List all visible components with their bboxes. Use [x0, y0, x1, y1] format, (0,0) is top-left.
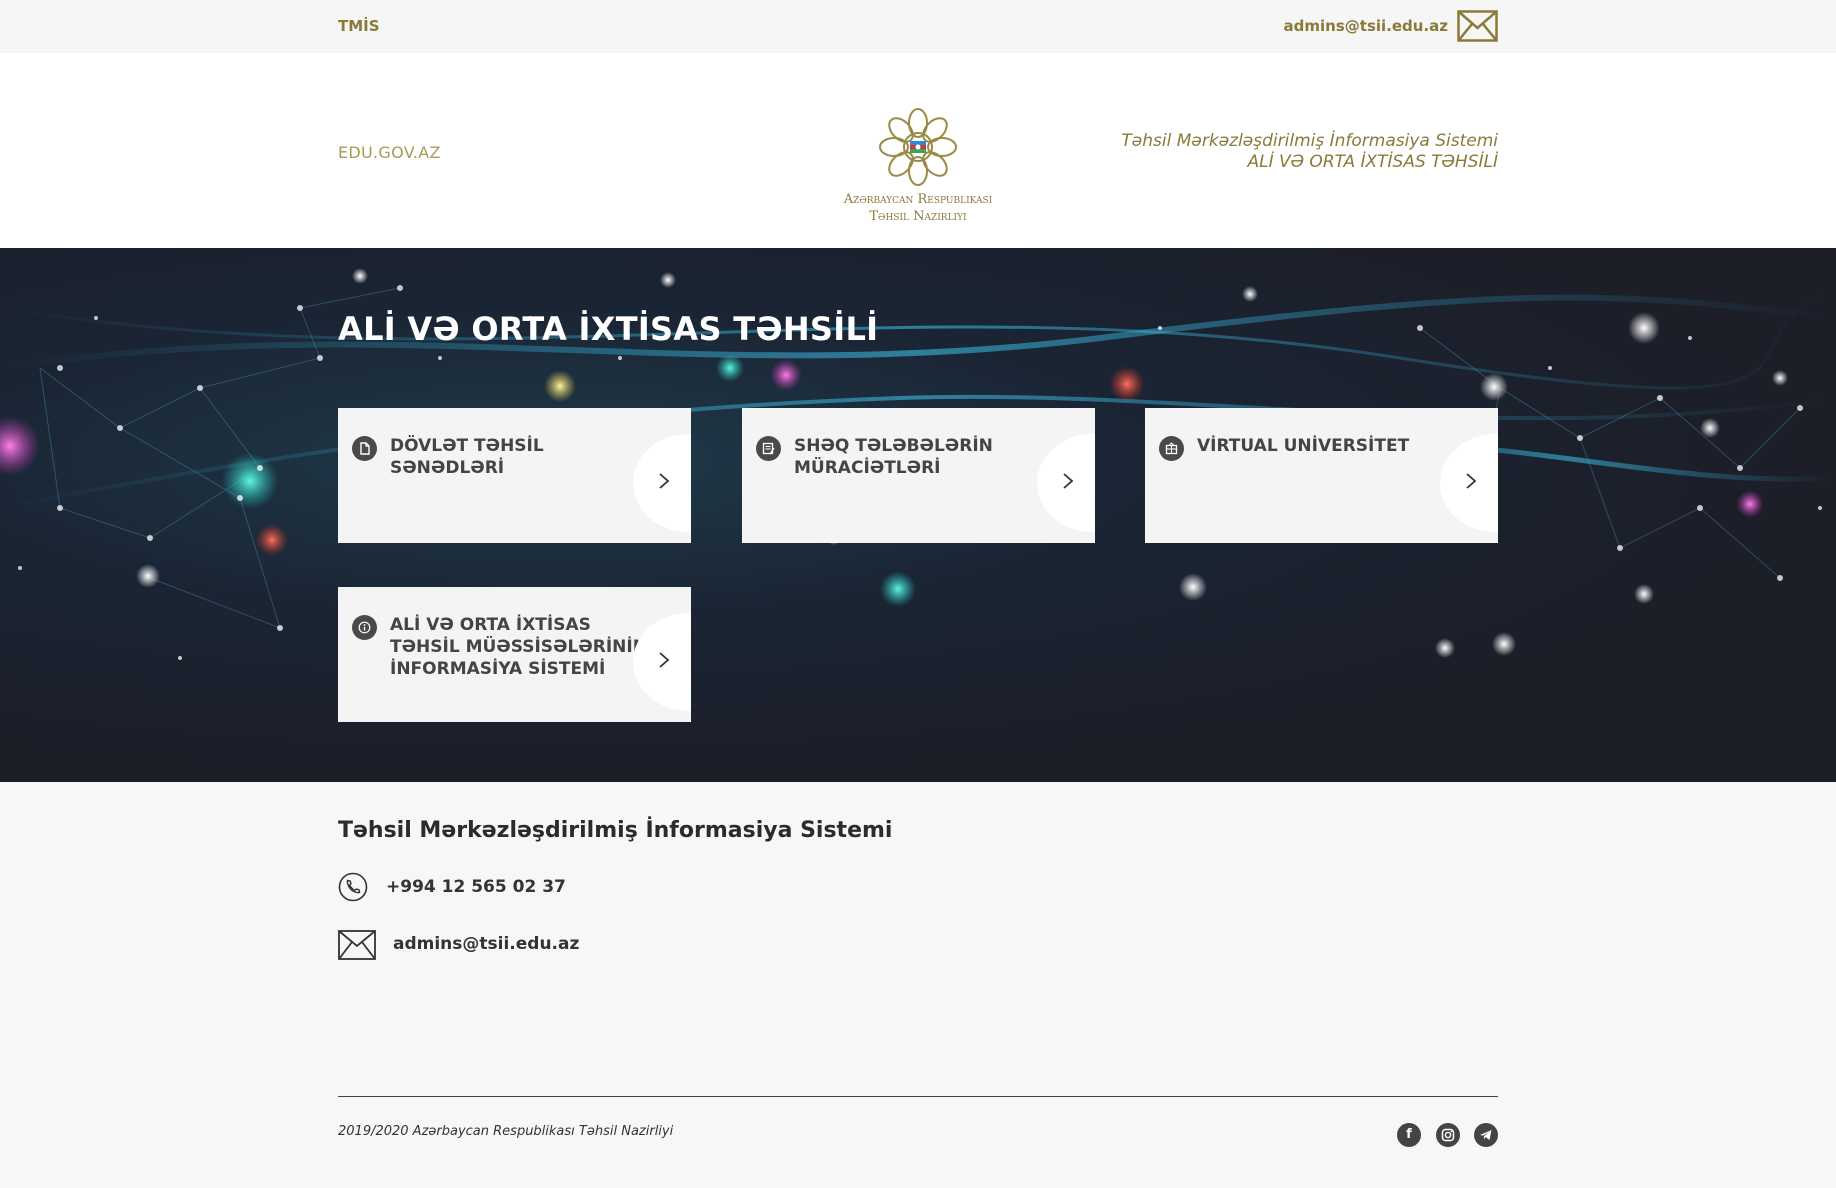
info-icon	[352, 615, 377, 640]
card-student-applications[interactable]: SHƏQ TƏLƏBƏLƏRİN MÜRACİƏTLƏRİ	[742, 408, 1095, 543]
top-bar: TMİS admins@tsii.edu.az	[0, 0, 1836, 53]
footer-phone-link[interactable]: +994 12 565 02 37	[386, 877, 566, 897]
ministry-emblem-icon	[879, 108, 957, 186]
phone-icon	[338, 872, 368, 902]
building-icon	[1159, 436, 1184, 461]
document-icon	[352, 436, 377, 461]
brand-link[interactable]: TMİS	[338, 17, 380, 35]
hero-section: ALİ VƏ ORTA İXTİSAS TƏHSİLİ DÖVLƏT TƏHSİ…	[0, 248, 1836, 782]
footer-divider	[338, 1096, 1498, 1097]
card-label: DÖVLƏT TƏHSİL SƏNƏDLƏRİ	[390, 436, 544, 478]
system-name: Təhsil Mərkəzləşdirilmiş İnformasiya Sis…	[1121, 131, 1498, 173]
ministry-name-line1: Azərbaycan Respublikası	[843, 192, 993, 207]
card-virtual-university[interactable]: VİRTUAL UNİVERSİTET	[1145, 408, 1498, 543]
card-institutions-information-system[interactable]: ALİ VƏ ORTA İXTİSAS TƏHSİL MÜƏSSİSƏLƏRİN…	[338, 587, 691, 722]
instagram-icon[interactable]	[1436, 1123, 1460, 1147]
envelope-icon[interactable]	[1457, 10, 1498, 42]
card-label: VİRTUAL UNİVERSİTET	[1197, 436, 1410, 456]
edu-gov-link[interactable]: EDU.GOV.AZ	[338, 143, 441, 162]
footer-title: Təhsil Mərkəzləşdirilmiş İnformasiya Sis…	[338, 818, 893, 843]
envelope-icon	[338, 930, 376, 960]
top-email-link[interactable]: admins@tsii.edu.az	[1284, 17, 1448, 35]
site-footer: Təhsil Mərkəzləşdirilmiş İnformasiya Sis…	[0, 782, 1836, 1188]
copyright: 2019/2020 Azərbaycan Respublikası Təhsil…	[338, 1124, 674, 1139]
hero-title: ALİ VƏ ORTA İXTİSAS TƏHSİLİ	[338, 310, 879, 348]
chevron-right-icon	[659, 652, 670, 668]
system-name-line1: Təhsil Mərkəzləşdirilmiş İnformasiya Sis…	[1121, 131, 1498, 151]
chevron-right-icon	[1466, 473, 1477, 489]
facebook-icon[interactable]: f	[1397, 1123, 1421, 1147]
card-label: SHƏQ TƏLƏBƏLƏRİN MÜRACİƏTLƏRİ	[794, 436, 993, 478]
card-state-education-documents[interactable]: DÖVLƏT TƏHSİL SƏNƏDLƏRİ	[338, 408, 691, 543]
card-label: ALİ VƏ ORTA İXTİSAS TƏHSİL MÜƏSSİSƏLƏRİN…	[390, 615, 647, 679]
site-header: EDU.GOV.AZ Azərbaycan Respublikası Təhsi…	[0, 53, 1836, 248]
chevron-right-icon	[659, 473, 670, 489]
system-name-line2: ALİ VƏ ORTA İXTİSAS TƏHSİLİ	[1247, 152, 1499, 172]
edit-note-icon	[756, 436, 781, 461]
ministry-logo[interactable]: Azərbaycan Respublikası Təhsil Nazirliyi	[818, 107, 1018, 225]
telegram-icon[interactable]	[1474, 1123, 1498, 1147]
footer-email-link[interactable]: admins@tsii.edu.az	[393, 934, 579, 954]
ministry-name-line2: Təhsil Nazirliyi	[869, 209, 967, 224]
chevron-right-icon	[1063, 473, 1074, 489]
